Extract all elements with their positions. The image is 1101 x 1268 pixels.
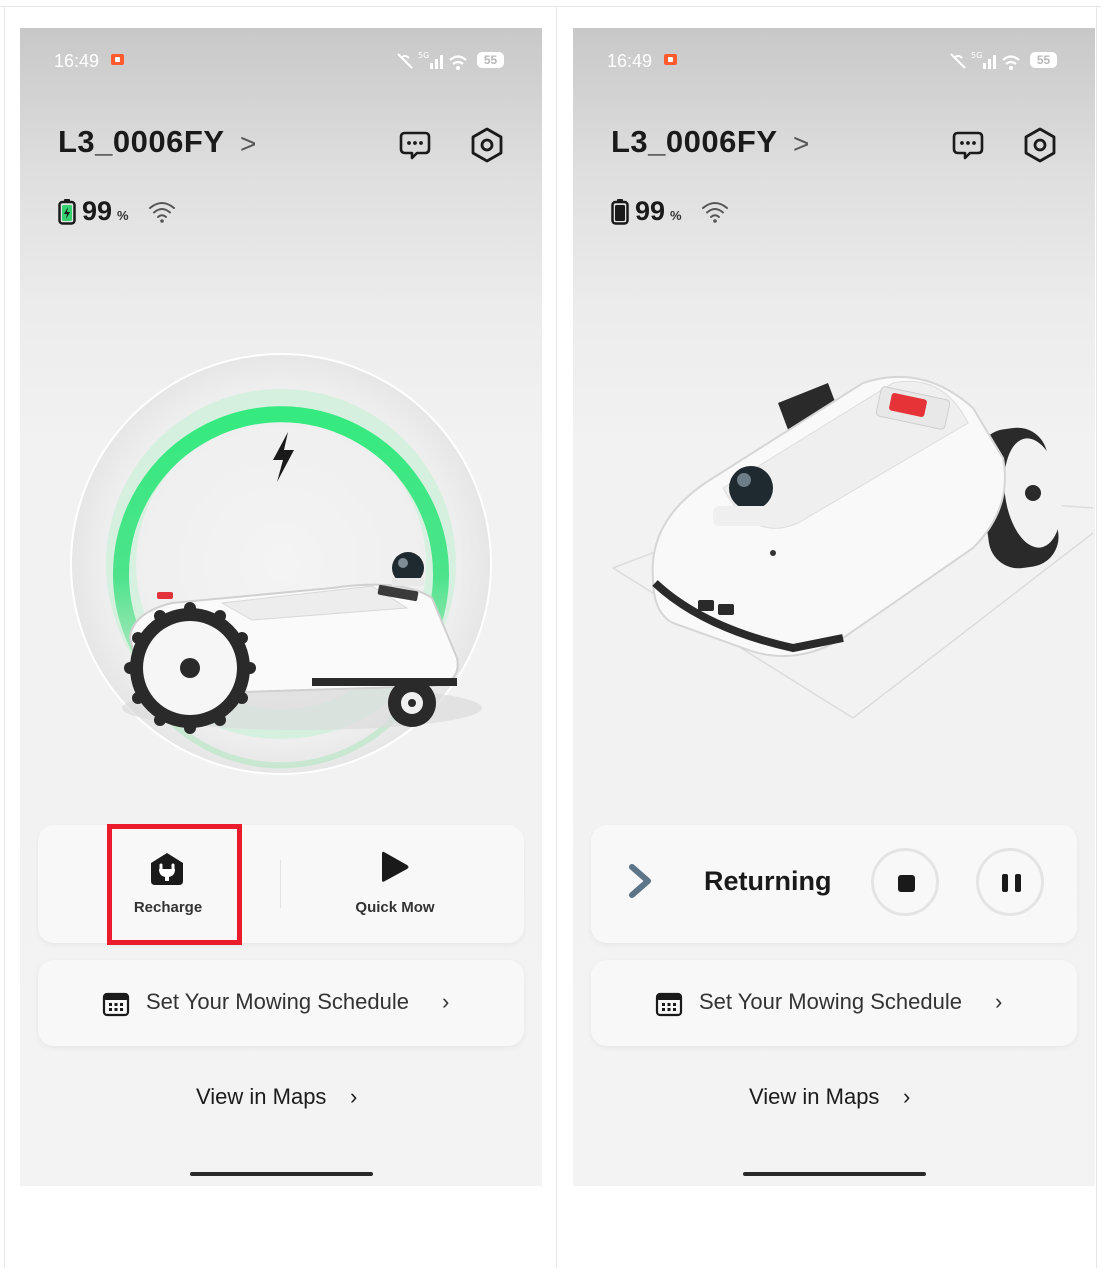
battery-icon — [611, 199, 629, 225]
device-chevron-icon[interactable]: > — [240, 128, 256, 160]
schedule-chevron-icon[interactable]: › — [442, 989, 449, 1015]
status-time: 16:49 — [607, 51, 653, 71]
status-battery-icon: 55 — [477, 52, 504, 68]
frame-border-right — [1096, 6, 1097, 1268]
battery-unit: % — [117, 208, 129, 223]
schedule-label[interactable]: Set Your Mowing Schedule — [699, 989, 962, 1015]
status-battery-icon: 55 — [1030, 52, 1057, 68]
phone-screen-charging: 16:49 5G 55 L3_0006FY > 99 % Recharge Qu… — [20, 28, 542, 1186]
mower-side-image — [122, 552, 482, 734]
stop-button[interactable] — [871, 848, 939, 916]
status-icons: 5G 55 — [394, 48, 514, 74]
quick-mow-button-label[interactable]: Quick Mow — [340, 899, 450, 916]
calendar-icon — [655, 992, 683, 1017]
pause-button[interactable] — [976, 848, 1044, 916]
play-icon[interactable] — [380, 849, 410, 885]
device-chevron-icon[interactable]: > — [793, 128, 809, 160]
action-divider — [280, 860, 281, 908]
view-in-maps-link[interactable]: View in Maps — [749, 1084, 879, 1110]
pause-icon — [1015, 874, 1021, 892]
pause-icon — [1002, 874, 1008, 892]
mower-3d-image — [612, 375, 1093, 719]
home-indicator[interactable] — [743, 1172, 926, 1176]
recharge-highlight-box — [107, 824, 242, 945]
calendar-icon — [102, 992, 130, 1017]
maps-chevron-icon[interactable]: › — [350, 1084, 357, 1110]
maps-chevron-icon[interactable]: › — [903, 1084, 910, 1110]
stop-icon — [898, 875, 915, 892]
battery-percent: 99 — [82, 196, 113, 226]
frame-border-top — [0, 6, 1101, 7]
wifi-icon — [702, 202, 728, 223]
frame-border-left — [4, 6, 5, 1268]
screen-record-icon — [111, 54, 124, 65]
screen-record-icon — [664, 54, 677, 65]
schedule-chevron-icon[interactable]: › — [995, 989, 1002, 1015]
wifi-icon — [149, 202, 175, 223]
settings-icon[interactable] — [468, 126, 506, 164]
status-time: 16:49 — [54, 51, 100, 71]
signal-icons: 5G — [950, 51, 1020, 70]
message-icon[interactable] — [951, 128, 985, 162]
battery-percent: 99 — [635, 196, 666, 226]
device-name[interactable]: L3_0006FY — [611, 124, 778, 160]
battery-charging-icon — [58, 199, 76, 225]
phone-screen-returning: 16:49 5G 55 L3_0006FY > 99 % Returning S… — [573, 28, 1095, 1186]
screens-divider — [556, 6, 557, 1268]
svg-text:5G: 5G — [418, 51, 429, 60]
home-indicator[interactable] — [190, 1172, 373, 1176]
view-in-maps-link[interactable]: View in Maps — [196, 1084, 326, 1110]
svg-text:5G: 5G — [971, 51, 982, 60]
schedule-label[interactable]: Set Your Mowing Schedule — [146, 989, 409, 1015]
status-icons: 5G 55 — [947, 48, 1067, 74]
returning-status-label: Returning — [704, 866, 832, 896]
settings-icon[interactable] — [1021, 126, 1059, 164]
message-icon[interactable] — [398, 128, 432, 162]
battery-unit: % — [670, 208, 682, 223]
device-name[interactable]: L3_0006FY — [58, 124, 225, 160]
signal-icons: 5G — [397, 51, 467, 70]
expand-chevron-icon[interactable] — [628, 864, 654, 898]
